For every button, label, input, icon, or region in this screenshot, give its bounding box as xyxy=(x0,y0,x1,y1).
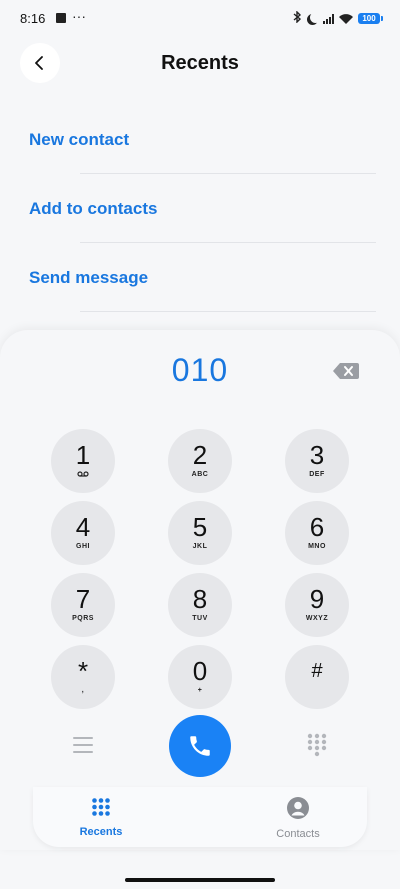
do-not-disturb-icon xyxy=(310,12,321,23)
key-6[interactable]: 6 MNO xyxy=(285,501,349,565)
key-3[interactable]: 3 DEF xyxy=(285,429,349,493)
key-letters: GHI xyxy=(76,543,90,550)
key-4[interactable]: 4 GHI xyxy=(51,501,115,565)
key-letters: JKL xyxy=(192,543,208,550)
send-message-link[interactable]: Send message xyxy=(29,268,148,288)
hamburger-icon[interactable] xyxy=(72,736,94,754)
voicemail-icon xyxy=(77,471,89,480)
bottom-nav: Recents Contacts xyxy=(33,787,367,847)
key-letters: MNO xyxy=(308,543,326,550)
key-digit: 3 xyxy=(309,440,325,470)
key-digit: 2 xyxy=(192,440,208,470)
key-star[interactable]: * , xyxy=(51,645,115,709)
page-title: Recents xyxy=(161,52,239,74)
bluetooth-icon xyxy=(293,10,302,26)
key-9[interactable]: 9 WXYZ xyxy=(285,573,349,637)
key-digit: 0 xyxy=(192,656,208,686)
tab-contacts[interactable]: Contacts xyxy=(253,797,343,840)
new-contact-link[interactable]: New contact xyxy=(29,130,129,150)
divider xyxy=(80,311,376,312)
dialpad-grid-icon[interactable] xyxy=(306,733,328,757)
divider xyxy=(80,242,376,243)
tab-contacts-label: Contacts xyxy=(276,828,320,840)
key-1[interactable]: 1 xyxy=(51,429,115,493)
key-letters: WXYZ xyxy=(305,615,329,622)
tab-recents-label: Recents xyxy=(79,826,123,838)
key-0[interactable]: 0 + xyxy=(168,645,232,709)
key-digit: 4 xyxy=(75,512,91,542)
add-to-contacts-link[interactable]: Add to contacts xyxy=(29,199,157,219)
key-7[interactable]: 7 PQRS xyxy=(51,573,115,637)
signal-icon xyxy=(323,13,334,24)
key-digit: 1 xyxy=(75,440,91,470)
key-letters: TUV xyxy=(192,615,208,622)
key-digit: 6 xyxy=(309,512,325,542)
key-5[interactable]: 5 JKL xyxy=(168,501,232,565)
wifi-icon xyxy=(339,13,353,24)
more-notifications-icon: ··· xyxy=(72,8,86,24)
person-icon xyxy=(287,797,309,819)
key-digit: 7 xyxy=(75,584,91,614)
grid-dots-icon xyxy=(92,798,110,816)
key-digit: 8 xyxy=(192,584,208,614)
backspace-icon[interactable] xyxy=(333,363,359,379)
divider xyxy=(80,173,376,174)
key-digit: 5 xyxy=(192,512,208,542)
key-8[interactable]: 8 TUV xyxy=(168,573,232,637)
key-2[interactable]: 2 ABC xyxy=(168,429,232,493)
key-hash[interactable]: # xyxy=(285,645,349,709)
tab-recents[interactable]: Recents xyxy=(56,797,146,838)
battery-icon: 100 xyxy=(358,13,383,24)
key-letters: PQRS xyxy=(72,615,94,622)
key-letters: ABC xyxy=(191,471,209,478)
key-letters: , xyxy=(81,687,85,694)
key-digit: 9 xyxy=(309,584,325,614)
key-letters: + xyxy=(197,687,203,694)
key-letters: DEF xyxy=(309,471,325,478)
call-button[interactable] xyxy=(169,715,231,777)
phone-icon xyxy=(190,736,210,756)
key-digit: # xyxy=(311,660,323,682)
notification-icon xyxy=(56,13,66,23)
key-digit: * xyxy=(77,656,89,686)
status-time: 8:16 xyxy=(20,11,46,26)
status-bar: 8:16 ··· 100 xyxy=(0,0,400,38)
home-indicator[interactable] xyxy=(125,878,275,882)
